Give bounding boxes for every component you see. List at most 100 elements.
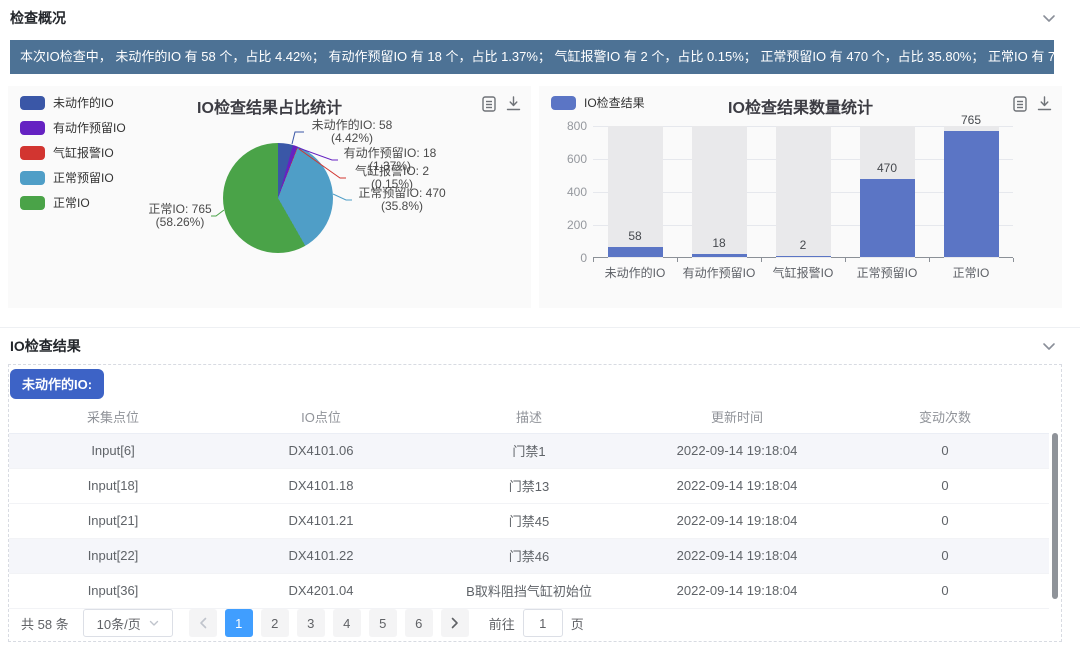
results-title: IO检查结果 bbox=[10, 336, 81, 356]
table-cell: 0 bbox=[841, 468, 1049, 503]
table-cell: DX4101.22 bbox=[217, 538, 425, 573]
x-tick-label: 气缸报警IO bbox=[773, 264, 834, 281]
bar[interactable] bbox=[944, 131, 999, 257]
pie-leader-lines bbox=[8, 86, 531, 308]
table-cell: Input[6] bbox=[9, 433, 217, 468]
table-column-header: 更新时间 bbox=[633, 401, 841, 433]
pie-slice-label: 正常IO: 765(58.26%) bbox=[148, 203, 211, 229]
chevron-down-icon[interactable] bbox=[1042, 342, 1056, 351]
y-tick-label: 0 bbox=[549, 251, 587, 265]
table-cell: 门禁45 bbox=[425, 503, 633, 538]
page-button[interactable]: 5 bbox=[369, 609, 397, 637]
summary-banner: 本次IO检查中， 未动作的IO 有 58 个，占比 4.42%； 有动作预留IO… bbox=[10, 40, 1054, 74]
goto-label: 前往 bbox=[489, 614, 515, 633]
bar-value-label: 2 bbox=[800, 238, 807, 252]
table-cell: 2022-09-14 19:18:04 bbox=[633, 433, 841, 468]
table-cell: DX4101.06 bbox=[217, 433, 425, 468]
table-row: Input[36]DX4201.04B取料阻挡气缸初始位2022-09-14 1… bbox=[9, 573, 1049, 608]
page-button[interactable]: 4 bbox=[333, 609, 361, 637]
overview-section: 检查概况 本次IO检查中， 未动作的IO 有 58 个，占比 4.42%； 有动… bbox=[0, 0, 1080, 328]
table-cell: 门禁1 bbox=[425, 433, 633, 468]
goto-page-input[interactable] bbox=[523, 609, 563, 637]
page-button[interactable]: 1 bbox=[225, 609, 253, 637]
axis-tick bbox=[761, 258, 762, 262]
table-cell: 0 bbox=[841, 433, 1049, 468]
data-view-icon[interactable] bbox=[1013, 96, 1027, 112]
table-cell: Input[22] bbox=[9, 538, 217, 573]
next-page-button[interactable] bbox=[441, 609, 469, 637]
table-cell: 2022-09-14 19:18:04 bbox=[633, 573, 841, 608]
table-cell: DX4201.04 bbox=[217, 573, 425, 608]
x-tick-label: 有动作预留IO bbox=[683, 264, 756, 281]
table-cell: 门禁13 bbox=[425, 468, 633, 503]
table-cell: 0 bbox=[841, 503, 1049, 538]
page-button[interactable]: 2 bbox=[261, 609, 289, 637]
pagination: 共 58 条 10条/页 123456 前往 页 bbox=[9, 605, 1061, 641]
axis-tick bbox=[677, 258, 678, 262]
chevron-down-icon[interactable] bbox=[1042, 14, 1056, 23]
page-size-select[interactable]: 10条/页 bbox=[83, 609, 173, 637]
chevron-left-icon bbox=[199, 617, 207, 629]
pie-label-percent: (4.42%) bbox=[312, 132, 393, 145]
pie-label-percent: (58.26%) bbox=[148, 216, 211, 229]
charts-row: 未动作的IO有动作预留IO气缸报警IO正常预留IO正常IO IO检查结果占比统计… bbox=[8, 86, 1062, 308]
table-row: Input[21]DX4101.21门禁452022-09-14 19:18:0… bbox=[9, 503, 1049, 538]
y-tick-label: 600 bbox=[549, 152, 587, 166]
bar-toolbox bbox=[1013, 96, 1052, 112]
pie-slice-label: 正常预留IO: 470(35.8%) bbox=[358, 187, 445, 213]
bar[interactable] bbox=[608, 247, 663, 257]
bar[interactable] bbox=[776, 256, 831, 257]
bar-plot-area: 58182470765 bbox=[593, 126, 1013, 258]
bar[interactable] bbox=[692, 254, 747, 257]
table-header: 采集点位IO点位描述更新时间变动次数 bbox=[9, 401, 1049, 433]
bar-chart-panel: IO检查结果 IO检查结果数量统计 8006004002000 58182470… bbox=[539, 86, 1062, 308]
prev-page-button[interactable] bbox=[189, 609, 217, 637]
table-column-header: 变动次数 bbox=[841, 401, 1049, 433]
table-cell: Input[18] bbox=[9, 468, 217, 503]
bar-chart-title: IO检查结果数量统计 bbox=[539, 94, 1062, 118]
table-cell: Input[21] bbox=[9, 503, 217, 538]
table-column-header: 采集点位 bbox=[9, 401, 217, 433]
download-icon[interactable] bbox=[1037, 96, 1052, 112]
y-tick-label: 800 bbox=[549, 119, 587, 133]
results-table: 采集点位IO点位描述更新时间变动次数 Input[6]DX4101.06门禁12… bbox=[9, 401, 1049, 609]
results-panel: 未动作的IO: 采集点位IO点位描述更新时间变动次数 Input[6]DX410… bbox=[8, 364, 1062, 642]
bar-value-label: 18 bbox=[712, 236, 725, 250]
axis-tick bbox=[1013, 258, 1014, 262]
table-cell: 2022-09-14 19:18:04 bbox=[633, 503, 841, 538]
table-row: Input[22]DX4101.22门禁462022-09-14 19:18:0… bbox=[9, 538, 1049, 573]
pie-chart-panel: 未动作的IO有动作预留IO气缸报警IO正常预留IO正常IO IO检查结果占比统计… bbox=[8, 86, 531, 308]
y-tick-label: 400 bbox=[549, 185, 587, 199]
table-scrollbar[interactable] bbox=[1052, 433, 1058, 599]
x-tick-label: 正常预留IO bbox=[857, 264, 918, 281]
page-button[interactable]: 3 bbox=[297, 609, 325, 637]
bar-value-label: 58 bbox=[628, 229, 641, 243]
table-cell: Input[36] bbox=[9, 573, 217, 608]
table-cell: 2022-09-14 19:18:04 bbox=[633, 538, 841, 573]
results-header[interactable]: IO检查结果 bbox=[0, 328, 1080, 364]
pie-slice-label: 未动作的IO: 58(4.42%) bbox=[312, 119, 393, 145]
table-cell: 2022-09-14 19:18:04 bbox=[633, 468, 841, 503]
bar[interactable] bbox=[860, 179, 915, 257]
table-row: Input[6]DX4101.06门禁12022-09-14 19:18:040 bbox=[9, 433, 1049, 468]
page-button[interactable]: 6 bbox=[405, 609, 433, 637]
results-section: IO检查结果 未动作的IO: 采集点位IO点位描述更新时间变动次数 Input[… bbox=[0, 328, 1080, 642]
x-tick-label: 正常IO bbox=[953, 264, 990, 281]
page-unit-label: 页 bbox=[571, 614, 584, 633]
overview-header[interactable]: 检查概况 bbox=[0, 0, 1080, 36]
bar-value-label: 470 bbox=[877, 161, 897, 175]
page-size-value: 10条/页 bbox=[97, 614, 141, 633]
filter-button[interactable]: 未动作的IO: bbox=[10, 369, 104, 399]
axis-tick bbox=[845, 258, 846, 262]
table-column-header: 描述 bbox=[425, 401, 633, 433]
table-row: Input[18]DX4101.18门禁132022-09-14 19:18:0… bbox=[9, 468, 1049, 503]
table-cell: 门禁46 bbox=[425, 538, 633, 573]
axis-tick bbox=[593, 258, 594, 262]
table-cell: DX4101.21 bbox=[217, 503, 425, 538]
chevron-down-icon bbox=[149, 620, 159, 627]
table-column-header: IO点位 bbox=[217, 401, 425, 433]
table-cell: B取料阻挡气缸初始位 bbox=[425, 573, 633, 608]
y-tick-label: 200 bbox=[549, 218, 587, 232]
overview-title: 检查概况 bbox=[10, 8, 66, 28]
bar-value-label: 765 bbox=[961, 113, 981, 127]
